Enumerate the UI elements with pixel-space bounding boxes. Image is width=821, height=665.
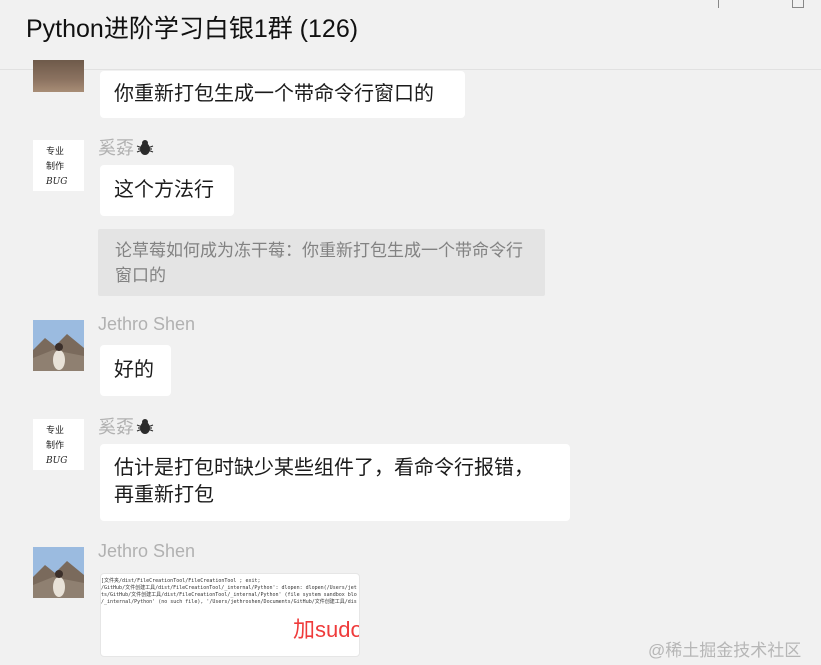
avatar-text-line: 专业 [46, 145, 64, 157]
message-text: 你重新打包生成一个带命令行窗口的 [114, 83, 434, 105]
sender-name-text: 奚孬 [98, 417, 134, 437]
message-text: 再重新打包 [114, 484, 214, 506]
message-text: 估计是打包时缺少某些组件了，看命令行报错， [114, 457, 534, 479]
terminal-line: /GitHub/文件创建工具/dist/FileCreationTool/_in… [101, 585, 357, 591]
image-message[interactable]: [文件夹/dist/FileCreationTool/FileCreationT… [100, 573, 360, 657]
avatar-text-line: 制作 [46, 160, 64, 172]
quote-text: 论草莓如何成为冻干莓：你重新打包生成一个带命令行窗口的 [115, 241, 523, 285]
avatar[interactable] [33, 60, 84, 92]
avatar-text-line: BUG [45, 456, 67, 466]
avatar[interactable] [33, 547, 84, 598]
quoted-reply[interactable]: 论草莓如何成为冻干莓：你重新打包生成一个带命令行窗口的 [98, 229, 545, 296]
terminal-line: /_internal/Python' (no such file), '/Use… [101, 599, 357, 605]
avatar[interactable]: 专业 制作 BUG [33, 140, 84, 191]
sender-name: Jethro Shen [98, 541, 196, 561]
message-bubble[interactable]: 好的 [100, 345, 171, 396]
avatar-text-line: BUG [45, 177, 67, 187]
chat-header: Python进阶学习白银1群 (126) [0, 0, 821, 70]
message-text: 好的 [114, 359, 154, 381]
avatar[interactable] [33, 320, 84, 371]
maximize-icon[interactable] [792, 0, 804, 8]
sender-name: 奚孬 [98, 413, 154, 441]
minimize-icon[interactable] [718, 0, 729, 8]
bug-emoji-icon [136, 418, 154, 441]
terminal-line: [文件夹/dist/FileCreationTool/FileCreationT… [101, 578, 261, 584]
avatar-text-line: 制作 [46, 439, 64, 451]
avatar-text-line: 专业 [46, 424, 64, 436]
avatar[interactable]: 专业 制作 BUG [33, 419, 84, 470]
bug-emoji-icon [136, 139, 154, 162]
sender-name: 奚孬 [98, 134, 154, 162]
image-annotation: 加sudo 更改权限 [293, 617, 360, 642]
sender-name: Jethro Shen [98, 314, 196, 334]
message-bubble[interactable]: 这个方法行 [100, 165, 234, 216]
message-bubble[interactable]: 估计是打包时缺少某些组件了，看命令行报错， 再重新打包 [100, 444, 570, 521]
terminal-line: ts/GitHub/文件创建工具/dist/FileCreationTool/_… [101, 592, 357, 598]
message-bubble[interactable]: 你重新打包生成一个带命令行窗口的 [100, 71, 465, 118]
message-text: 这个方法行 [114, 179, 214, 201]
sender-name-text: 奚孬 [98, 138, 134, 158]
chat-title: Python进阶学习白银1群 (126) [26, 15, 359, 43]
watermark: @稀土掘金技术社区 [648, 641, 802, 660]
